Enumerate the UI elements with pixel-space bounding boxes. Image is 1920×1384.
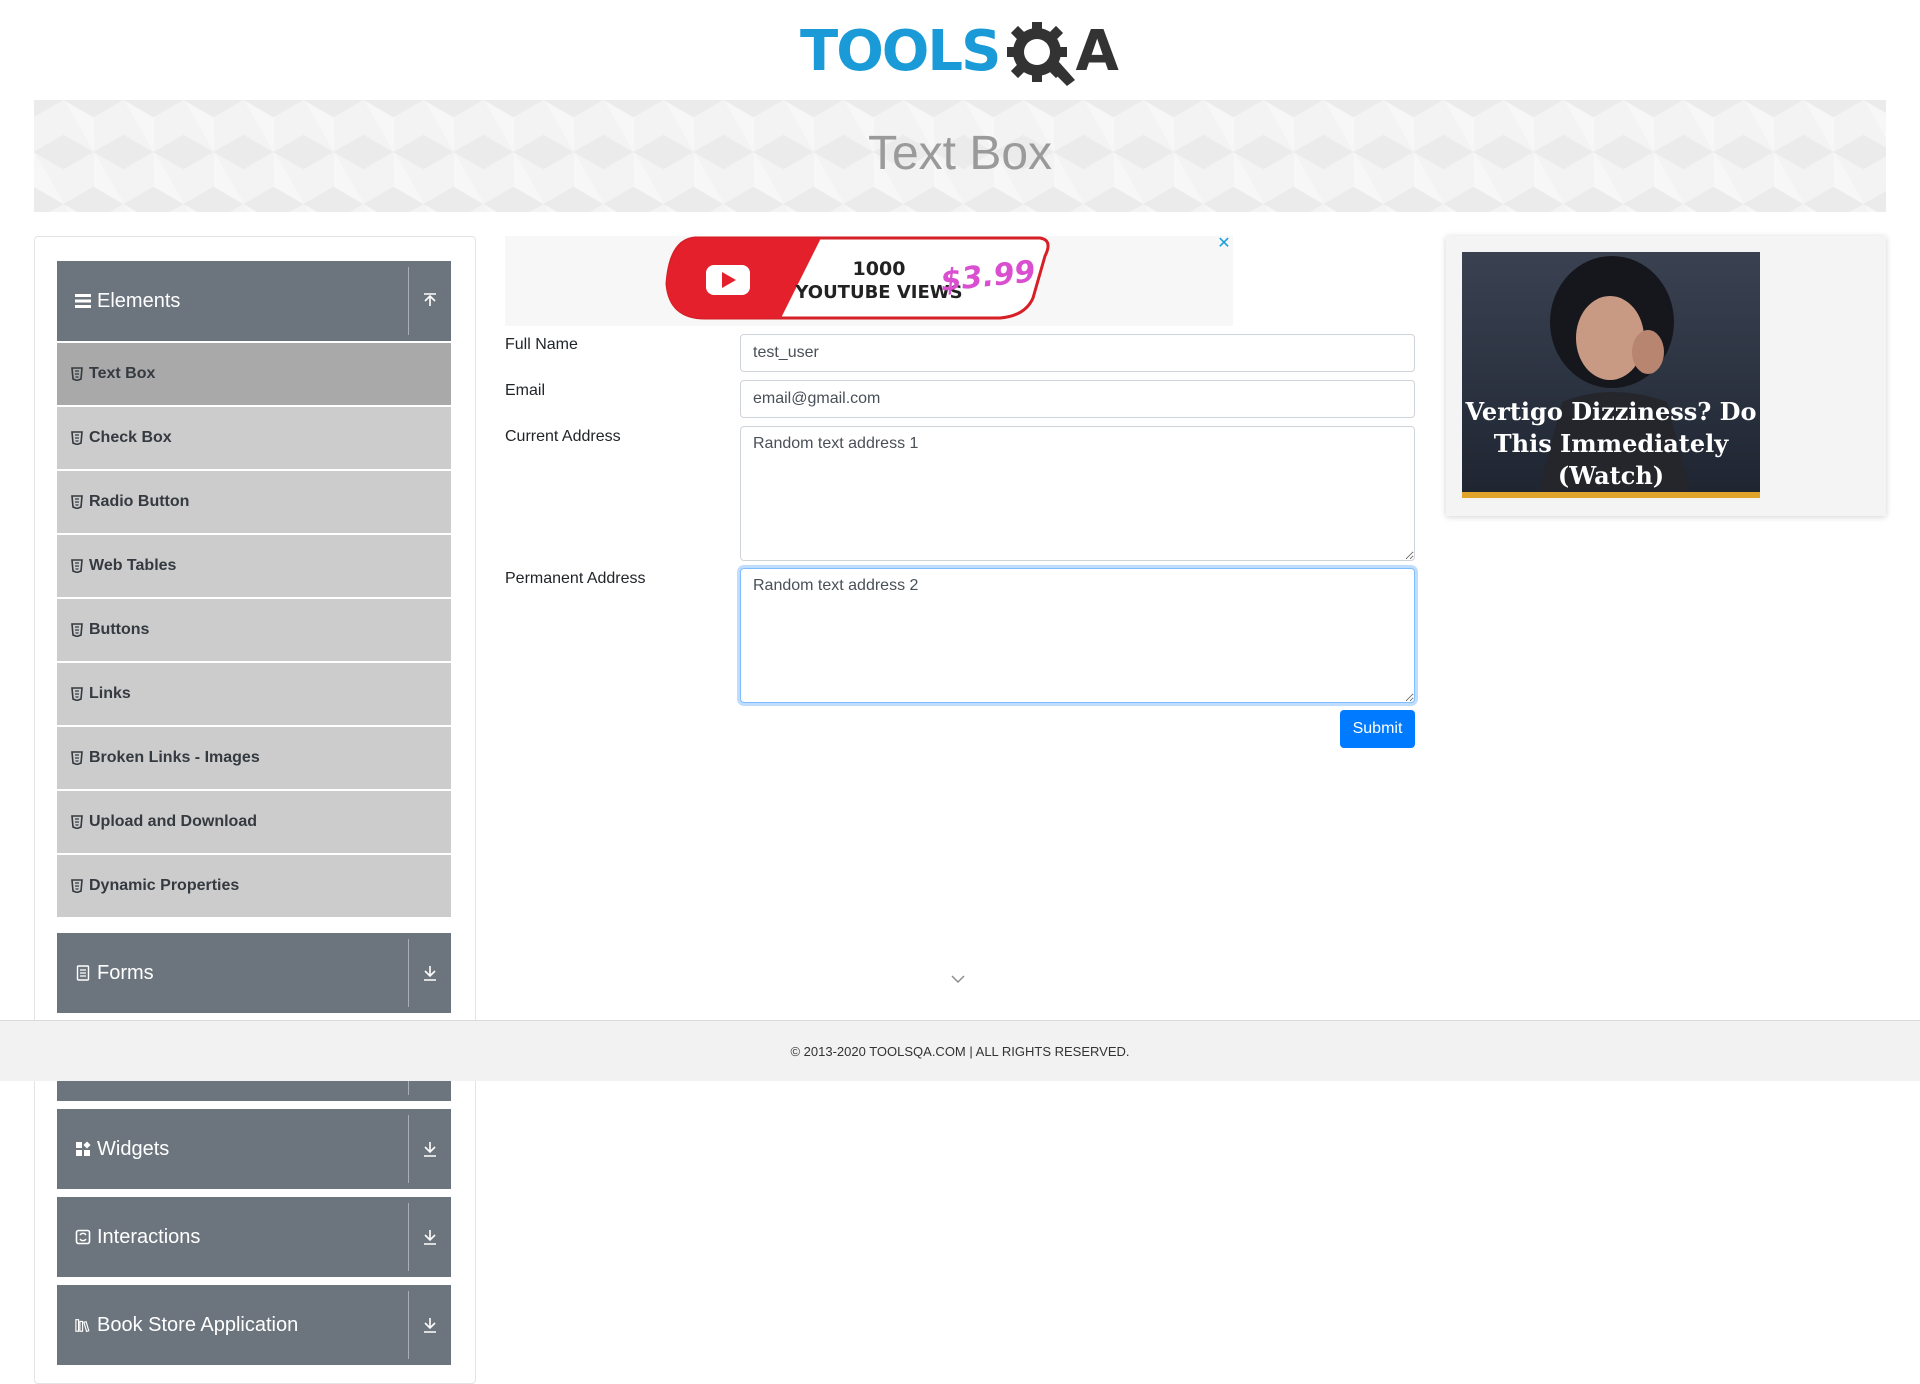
current-address-label: Current Address [505,428,621,445]
html5-icon [71,367,83,381]
html5-icon [71,687,83,701]
left-sidebar: Elements Text Box Check Box Radio Button… [34,236,476,1384]
menu-item-buttons[interactable]: Buttons [57,599,451,661]
hamburger-icon [75,293,91,309]
html5-icon [71,431,83,445]
menu-item-label: Dynamic Properties [89,877,240,894]
books-icon [75,1317,91,1333]
menu-item-dynamic-properties[interactable]: Dynamic Properties [57,855,451,917]
group-header-forms[interactable]: Forms [57,933,451,1013]
close-ad-icon[interactable]: ✕ [1216,236,1232,252]
menu-item-label: Check Box [89,429,172,446]
menu-item-label: Radio Button [89,493,190,510]
expand-arrow-icon[interactable] [409,933,451,1013]
footer: © 2013-2020 TOOLSQA.COM | ALL RIGHTS RES… [0,1020,1920,1081]
group-title: Elements [97,289,181,312]
ad-line-1: 1000 [853,258,906,280]
ad-accent-bar [1462,492,1760,498]
menu-item-label: Text Box [89,365,156,382]
full-name-input[interactable] [740,334,1415,372]
menu-item-label: Links [89,685,131,702]
expand-arrow-icon[interactable] [409,1109,451,1189]
chevron-down-icon[interactable] [950,972,966,984]
menu-item-label: Buttons [89,621,150,638]
group-header-interactions[interactable]: Interactions [57,1197,451,1277]
group-title: Interactions [97,1225,201,1248]
menu-item-upload-download[interactable]: Upload and Download [57,791,451,853]
page-banner: Text Box [34,100,1886,212]
elements-menu: Text Box Check Box Radio Button Web Tabl… [57,343,451,919]
toolsqa-logo[interactable]: TOOLS A [800,14,1119,90]
html5-icon [71,559,83,573]
expand-arrow-icon[interactable] [409,1285,451,1365]
page-title: Text Box [867,127,1053,180]
interactions-icon [75,1229,91,1245]
top-advertisement[interactable]: 1000 YOUTUBE VIEWS $3.99 [505,236,1233,326]
youtube-views-ad-graphic: 1000 YOUTUBE VIEWS $3.99 [665,236,1050,320]
permanent-address-label: Permanent Address [505,570,646,587]
logo-text-a: A [1075,19,1119,84]
right-advertisement[interactable]: Vertigo Dizziness? Do This Immediately (… [1446,236,1886,516]
collapse-arrow-icon[interactable] [409,261,451,341]
group-header-book-store[interactable]: Book Store Application [57,1285,451,1365]
submit-button[interactable]: Submit [1340,710,1415,748]
email-input[interactable] [740,380,1415,418]
group-title: Widgets [97,1137,170,1160]
logo-gear-icon [1003,14,1079,90]
expand-arrow-icon[interactable] [409,1197,451,1277]
html5-icon [71,815,83,829]
current-address-textarea[interactable]: Random text address 1 [740,426,1415,561]
ad-headline: Vertigo Dizziness? Do This Immediately (… [1465,397,1757,490]
group-title: Book Store Application [97,1313,299,1336]
menu-item-broken-links[interactable]: Broken Links - Images [57,727,451,789]
email-label: Email [505,382,546,399]
group-header-widgets[interactable]: Widgets [57,1109,451,1189]
widgets-icon [75,1141,91,1157]
footer-copyright: © 2013-2020 TOOLSQA.COM | ALL RIGHTS RES… [790,1043,1130,1059]
menu-item-links[interactable]: Links [57,663,451,725]
logo-text: TOOLS [800,19,1001,84]
html5-icon [71,751,83,765]
html5-icon [71,879,83,893]
html5-icon [71,495,83,509]
menu-item-label: Upload and Download [89,813,257,830]
menu-item-label: Web Tables [89,557,177,574]
menu-item-check-box[interactable]: Check Box [57,407,451,469]
html5-icon [71,623,83,637]
ad-line-2: YOUTUBE VIEWS [794,282,962,303]
full-name-label: Full Name [505,336,578,353]
group-header-elements[interactable]: Elements [57,261,451,341]
menu-item-label: Broken Links - Images [89,749,260,766]
menu-item-web-tables[interactable]: Web Tables [57,535,451,597]
group-title: Forms [97,961,154,984]
menu-item-radio-button[interactable]: Radio Button [57,471,451,533]
menu-item-text-box[interactable]: Text Box [57,343,451,405]
permanent-address-textarea[interactable]: Random text address 2 [740,568,1415,703]
document-icon [75,965,91,981]
ad-image: Vertigo Dizziness? Do This Immediately (… [1462,252,1760,498]
